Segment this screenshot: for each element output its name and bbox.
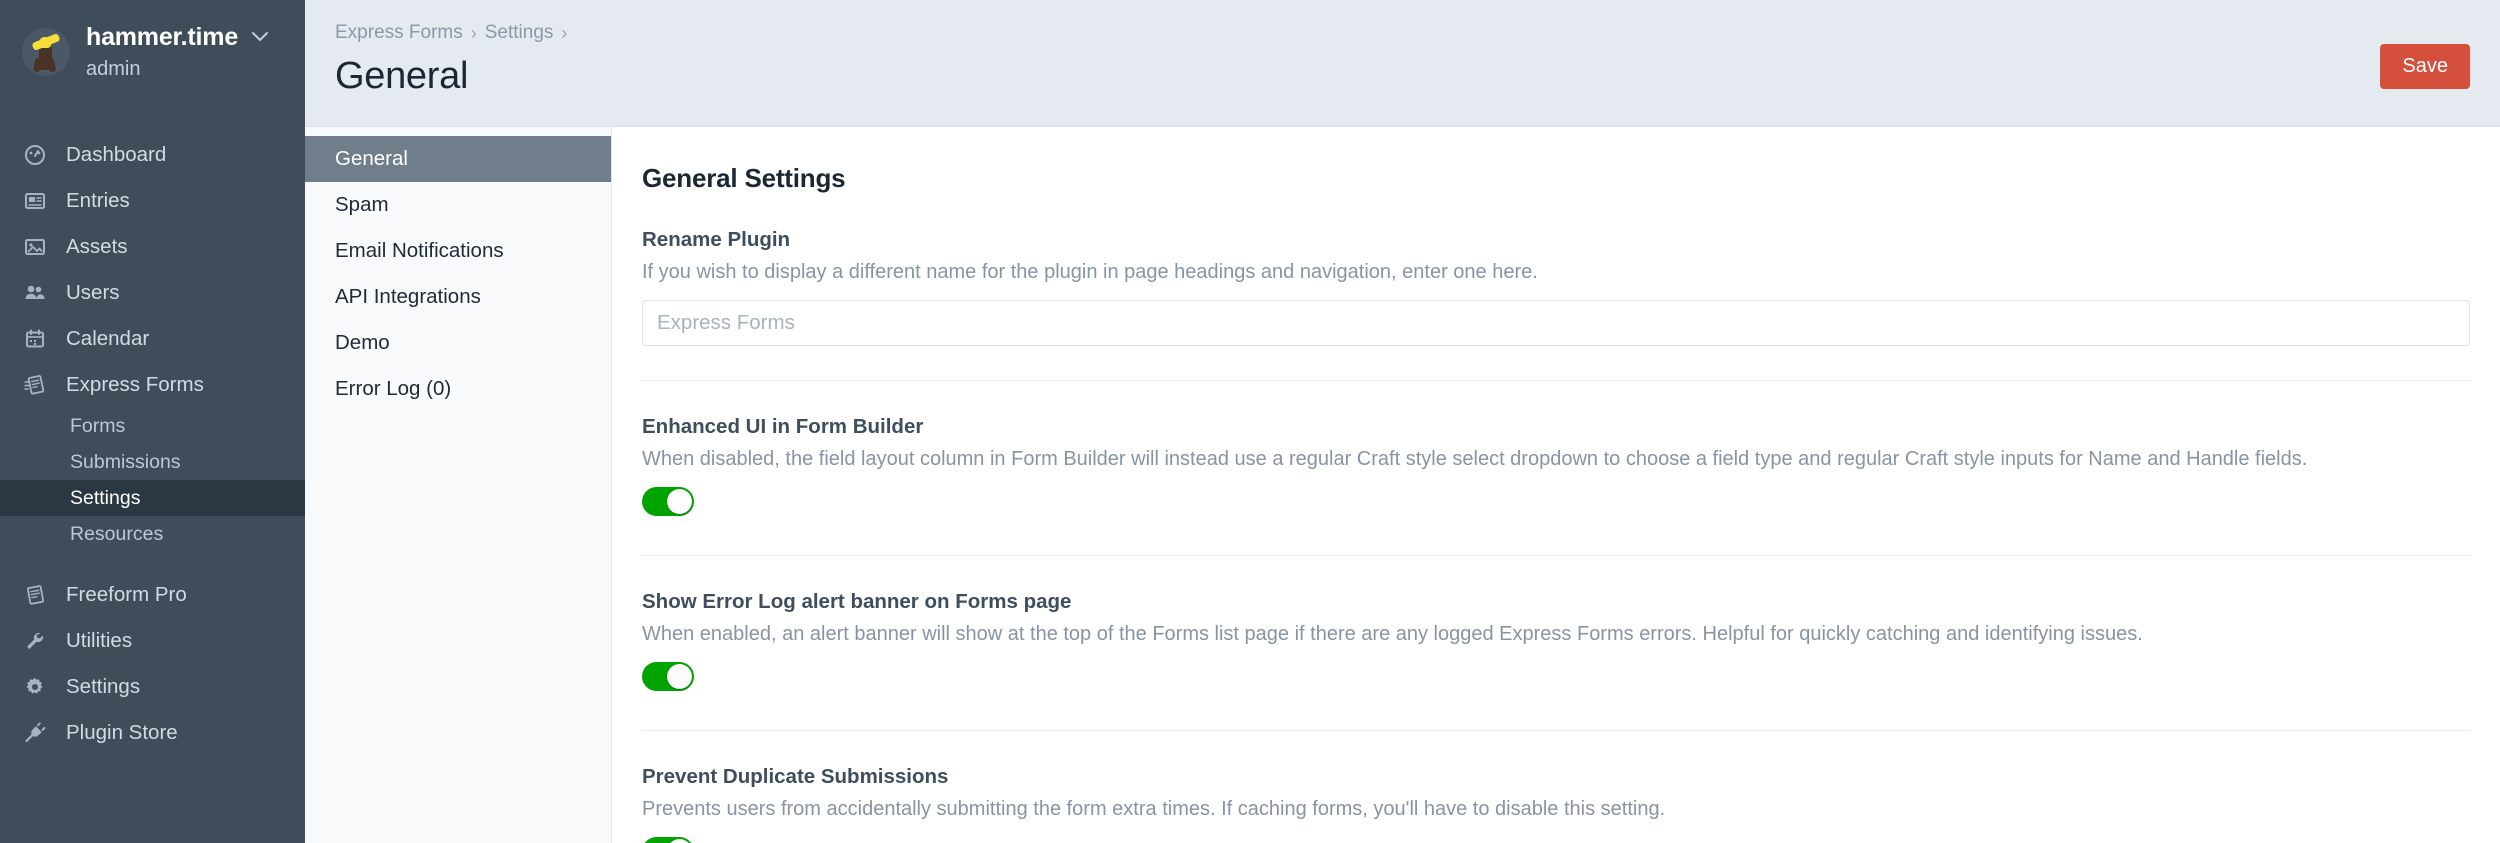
app-root: hammer.time admin Dashboard Entries Asse… — [0, 0, 2500, 843]
breadcrumb-item-settings[interactable]: Settings — [485, 22, 554, 44]
sidebar-item-label: Users — [66, 281, 120, 305]
sidebar-item-label: Dashboard — [66, 143, 167, 167]
sidebar-item-utilities[interactable]: Utilities — [0, 618, 305, 664]
sidebar-item-label: Freeform Pro — [66, 583, 187, 607]
wrench-icon — [22, 628, 48, 654]
sidebar-subitem-label: Resources — [70, 522, 164, 545]
sidebar-subitem-resources[interactable]: Resources — [0, 516, 305, 552]
tab-demo[interactable]: Demo — [305, 320, 611, 366]
sidebar-subitem-forms[interactable]: Forms — [0, 408, 305, 444]
field-label: Enhanced UI in Form Builder — [642, 415, 924, 438]
tab-general[interactable]: General — [305, 136, 611, 182]
breadcrumb: Express Forms › Settings › — [335, 22, 567, 44]
newspaper-icon — [22, 188, 48, 214]
sidebar-item-settings[interactable]: Settings — [0, 664, 305, 710]
section-heading: General Settings — [642, 163, 846, 193]
page-title: General — [335, 55, 469, 97]
gauge-icon — [22, 142, 48, 168]
field-description: When disabled, the field layout column i… — [642, 448, 2308, 470]
sidebar-item-freeform-pro[interactable]: Freeform Pro — [0, 572, 305, 618]
settings-nav-label: Error Log (0) — [335, 377, 452, 400]
sidebar-item-users[interactable]: Users — [0, 270, 305, 316]
error-log-banner-toggle[interactable] — [642, 662, 694, 691]
field-description: When enabled, an alert banner will show … — [642, 623, 2143, 645]
global-sidebar: hammer.time admin Dashboard Entries Asse… — [0, 0, 305, 843]
save-button[interactable]: Save — [2380, 44, 2470, 89]
field-label: Prevent Duplicate Submissions — [642, 765, 949, 788]
sidebar-item-entries[interactable]: Entries — [0, 178, 305, 224]
settings-nav-label: General — [335, 147, 408, 170]
user-account-button[interactable]: hammer.time admin — [0, 0, 305, 100]
sidebar-subitem-label: Settings — [70, 486, 141, 509]
topbar: Express Forms › Settings › General Save — [305, 0, 2500, 127]
chevron-down-icon — [251, 28, 268, 48]
sidebar-item-label: Plugin Store — [66, 721, 178, 745]
sidebar-item-label: Utilities — [66, 629, 133, 653]
tab-email-notifications[interactable]: Email Notifications — [305, 228, 611, 274]
sidebar-subitem-label: Submissions — [70, 450, 181, 473]
field-enhanced-ui: Enhanced UI in Form Builder When disable… — [642, 380, 2470, 521]
form-pro-icon — [22, 582, 48, 608]
sidebar-item-express-forms[interactable]: Express Forms — [0, 362, 305, 408]
settings-nav: General Spam Email Notifications API Int… — [305, 127, 612, 843]
form-icon — [22, 372, 48, 398]
gear-icon — [22, 674, 48, 700]
settings-nav-label: Spam — [335, 193, 389, 216]
sidebar-item-label: Express Forms — [66, 373, 204, 397]
sidebar-subitem-submissions[interactable]: Submissions — [0, 444, 305, 480]
rename-plugin-input[interactable] — [642, 300, 2470, 346]
settings-nav-label: Demo — [335, 331, 390, 354]
users-icon — [22, 280, 48, 306]
field-description: Prevents users from accidentally submitt… — [642, 798, 1666, 820]
sidebar-item-assets[interactable]: Assets — [0, 224, 305, 270]
sidebar-item-plugin-store[interactable]: Plugin Store — [0, 710, 305, 756]
sidebar-subitem-label: Forms — [70, 414, 126, 437]
breadcrumb-separator-icon: › — [470, 22, 477, 43]
tab-error-log[interactable]: Error Log (0) — [305, 366, 611, 412]
tab-spam[interactable]: Spam — [305, 182, 611, 228]
main-wrapper: Express Forms › Settings › General Save … — [305, 0, 2500, 843]
field-error-log-banner: Show Error Log alert banner on Forms pag… — [642, 555, 2470, 696]
field-label: Rename Plugin — [642, 228, 791, 251]
sidebar-subitem-settings[interactable]: Settings — [0, 480, 305, 517]
field-description: If you wish to display a different name … — [642, 261, 1538, 283]
field-rename-plugin: Rename Plugin If you wish to display a d… — [642, 194, 2470, 346]
field-prevent-duplicate-submissions: Prevent Duplicate Submissions Prevents u… — [642, 730, 2470, 843]
settings-content: General Settings Rename Plugin If you wi… — [612, 127, 2500, 843]
breadcrumb-separator-icon: › — [561, 22, 568, 43]
settings-nav-label: Email Notifications — [335, 239, 504, 262]
sidebar-item-dashboard[interactable]: Dashboard — [0, 132, 305, 178]
enhanced-ui-toggle[interactable] — [642, 487, 694, 516]
plug-icon — [22, 720, 48, 746]
sidebar-item-label: Calendar — [66, 327, 150, 351]
user-role: admin — [86, 58, 141, 81]
sidebar-item-calendar[interactable]: Calendar — [0, 316, 305, 362]
body-row: General Spam Email Notifications API Int… — [305, 127, 2500, 843]
breadcrumb-item-express-forms[interactable]: Express Forms — [335, 22, 463, 44]
calendar-icon — [22, 326, 48, 352]
sidebar-item-label: Settings — [66, 675, 141, 699]
sidebar-item-label: Assets — [66, 235, 128, 259]
image-icon — [22, 234, 48, 260]
tab-api-integrations[interactable]: API Integrations — [305, 274, 611, 320]
user-name: hammer.time — [86, 23, 239, 51]
sidebar-item-label: Entries — [66, 189, 130, 213]
user-avatar — [22, 28, 70, 77]
settings-nav-label: API Integrations — [335, 285, 481, 308]
prevent-duplicate-toggle[interactable] — [642, 837, 694, 843]
field-label: Show Error Log alert banner on Forms pag… — [642, 590, 1072, 613]
primary-nav: Dashboard Entries Assets Users Calendar … — [0, 132, 305, 756]
